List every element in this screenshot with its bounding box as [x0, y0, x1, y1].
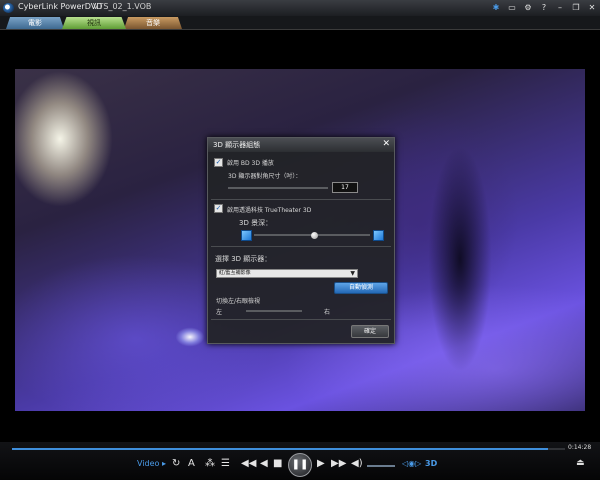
3d-eye-icon[interactable]: ◁◉▷: [402, 459, 421, 468]
swap-eye-slider[interactable]: [246, 310, 302, 312]
auto-detect-button[interactable]: 自動偵測: [334, 282, 388, 294]
enable-bd3d-label: 啟用 BD 3D 播放: [227, 160, 274, 167]
screen-size-label: 3D 顯示器對角尺寸（吋）：: [228, 173, 302, 180]
pause-button[interactable]: ❚❚: [288, 453, 312, 477]
tab-movie[interactable]: 電影: [6, 17, 64, 29]
select-display-label: 選擇 3D 顯示器：: [215, 255, 272, 263]
screen-size-slider[interactable]: [228, 187, 328, 189]
minimize-icon[interactable]: –: [555, 2, 565, 13]
divider: [211, 319, 391, 320]
file-title: VTS_02_1.VOB: [93, 2, 152, 11]
performer-silhouette: [400, 69, 520, 411]
help-icon[interactable]: ?: [539, 2, 549, 13]
screen-size-input[interactable]: 17: [332, 182, 358, 193]
fast-forward-icon[interactable]: ▶▶: [331, 458, 346, 470]
video-menu-button[interactable]: Video ▸: [137, 459, 166, 468]
divider: [211, 199, 391, 200]
app-title: CyberLink PowerDVD: [18, 2, 103, 11]
depth-label: 3D 景深：: [239, 219, 273, 227]
chapter-list-icon[interactable]: ☰: [221, 458, 230, 470]
volume-slider[interactable]: [367, 465, 395, 467]
chevron-down-icon: ▼: [350, 270, 355, 277]
right-eye-label: 右: [324, 309, 331, 316]
display-type-value: 紅/藍互補影像: [219, 270, 251, 276]
mode-tab-bar: 電影 音樂 視訊: [0, 16, 600, 30]
3d-toggle[interactable]: 3D: [425, 459, 437, 468]
divider: [211, 246, 391, 247]
tab-video[interactable]: 視訊: [62, 17, 126, 29]
enable-truetheater-label: 啟用透過科技 TrueTheater 3D: [227, 207, 312, 214]
dialog-header: 3D 顯示器組態 ✕: [208, 138, 394, 152]
enable-truetheater-checkbox[interactable]: ✓: [214, 204, 223, 213]
rewind-icon[interactable]: ◀◀: [241, 458, 256, 470]
title-bar: CyberLink PowerDVD VTS_02_1.VOB ✱ ▭ ⚙ ? …: [0, 0, 600, 16]
playback-time: 0:14:28: [568, 444, 592, 451]
display-type-dropdown[interactable]: 紅/藍互補影像 ▼: [216, 269, 358, 278]
depth-max-icon: [373, 230, 384, 241]
tab-music[interactable]: 音樂: [124, 17, 182, 29]
tv-mode-icon[interactable]: ▭: [507, 2, 517, 13]
next-icon[interactable]: ▶: [317, 458, 325, 470]
dialog-title: 3D 顯示器組態: [213, 141, 261, 149]
seek-bar[interactable]: [12, 448, 565, 450]
audio-language-icon[interactable]: A: [188, 458, 195, 470]
enable-bd3d-checkbox[interactable]: ✓: [214, 158, 223, 167]
powerdvd-logo-icon: [3, 3, 14, 13]
previous-icon[interactable]: ◀: [260, 458, 268, 470]
depth-slider-knob[interactable]: [310, 232, 318, 239]
swap-eye-label: 切換左/右眼檢視: [216, 298, 261, 305]
bluetooth-icon[interactable]: ✱: [491, 2, 501, 13]
video-label: Video: [137, 459, 160, 468]
settings-gear-icon[interactable]: ⚙: [523, 2, 533, 13]
close-icon[interactable]: ✕: [587, 2, 597, 13]
repeat-icon[interactable]: ↻: [172, 458, 180, 470]
stop-icon[interactable]: ■: [273, 458, 282, 470]
restore-icon[interactable]: ❐: [571, 2, 581, 13]
subtitle-icon[interactable]: ⁂: [205, 458, 215, 470]
dialog-close-icon[interactable]: ✕: [382, 139, 390, 149]
depth-min-icon: [241, 230, 252, 241]
ok-button[interactable]: 確定: [351, 325, 389, 338]
eject-icon[interactable]: ⏏: [576, 458, 585, 468]
seek-bar-progress: [12, 448, 549, 450]
left-eye-label: 左: [216, 309, 223, 316]
3d-display-config-dialog: 3D 顯示器組態 ✕ ✓ 啟用 BD 3D 播放 3D 顯示器對角尺寸（吋）： …: [207, 137, 395, 344]
volume-icon[interactable]: ◀): [351, 458, 363, 470]
